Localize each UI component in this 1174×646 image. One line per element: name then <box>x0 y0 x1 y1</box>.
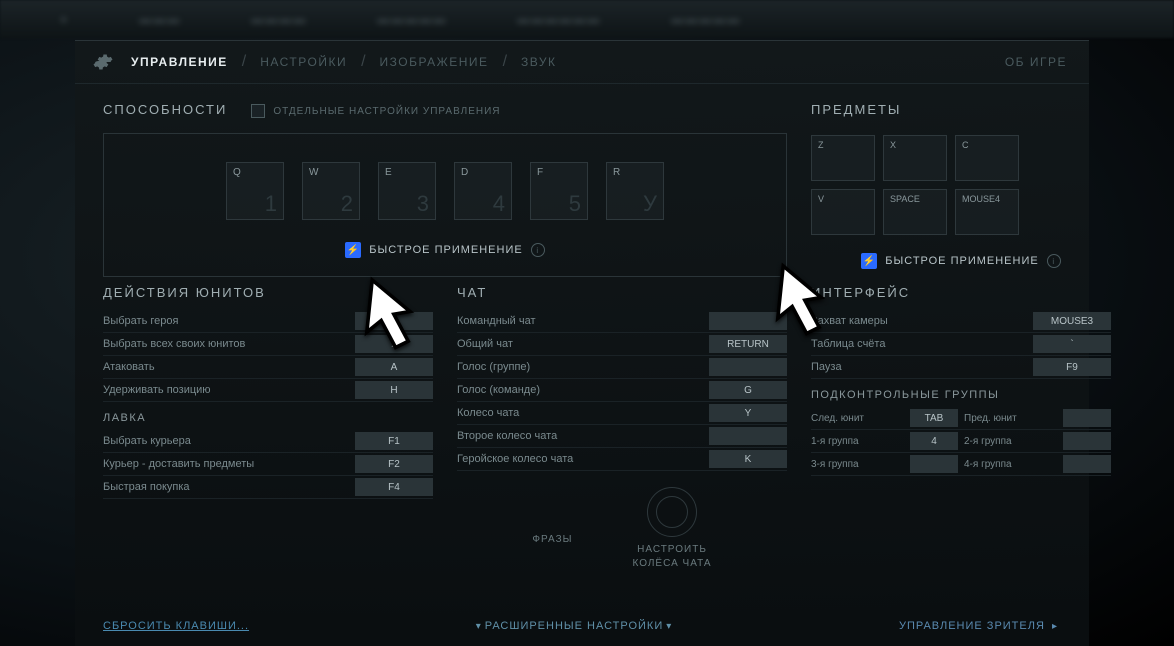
item-slot[interactable]: C <box>955 135 1019 181</box>
ability-slot[interactable]: W2 <box>302 162 360 220</box>
settings-tabs: УПРАВЛЕНИЕ / НАСТРОЙКИ / ИЗОБРАЖЕНИЕ / З… <box>75 41 1089 84</box>
item-slot[interactable]: SPACE <box>883 189 947 235</box>
phrases-button[interactable]: ФРАЗЫ <box>532 533 572 547</box>
keybind-row: Колесо чатаY <box>457 402 787 425</box>
keybind-row: Захват камерыMOUSE3 <box>811 310 1111 333</box>
group-row: 1-я группа42-я группа <box>811 430 1111 453</box>
advanced-settings-button[interactable]: ▾РАСШИРЕННЫЕ НАСТРОЙКИ▾ <box>249 620 899 632</box>
ability-slot[interactable]: RУ <box>606 162 664 220</box>
keybind-row: Голос (команде)G <box>457 379 787 402</box>
keybind-row: Удерживать позициюH <box>103 379 433 402</box>
keybind-value[interactable] <box>1063 409 1111 427</box>
keybind-value[interactable]: F2 <box>355 455 433 473</box>
ability-slot[interactable]: Q1 <box>226 162 284 220</box>
keybind-value[interactable] <box>709 427 787 445</box>
keybind-value[interactable]: TAB <box>910 409 958 427</box>
group-row: След. юнитTABПред. юнит <box>811 407 1111 430</box>
keybind-value[interactable]: F1 <box>355 432 433 450</box>
item-slot[interactable]: MOUSE4 <box>955 189 1019 235</box>
ability-slot[interactable]: E3 <box>378 162 436 220</box>
keybind-value[interactable]: H <box>355 381 433 399</box>
keybind-row: Быстрая покупкаF4 <box>103 476 433 499</box>
quickcast-icon: ⚡ <box>861 253 877 269</box>
keybind-row: Выбрать всех своих юнитов2 <box>103 333 433 356</box>
keybind-value[interactable]: 4 <box>910 432 958 450</box>
separate-controls-checkbox[interactable] <box>251 104 265 118</box>
keybind-row: Курьер - доставить предметыF2 <box>103 453 433 476</box>
item-slot[interactable]: V <box>811 189 875 235</box>
keybind-value[interactable] <box>1063 432 1111 450</box>
chat-wheel-icon[interactable] <box>647 487 697 537</box>
keybind-value[interactable]: K <box>709 450 787 468</box>
group-row: 3-я группа4-я группа <box>811 453 1111 476</box>
gear-icon <box>93 52 113 72</box>
quickcast-icon: ⚡ <box>345 242 361 258</box>
unit-actions-title: ДЕЙСТВИЯ ЮНИТОВ <box>103 285 433 300</box>
keybind-value[interactable] <box>910 455 958 473</box>
keybind-value[interactable]: G <box>709 381 787 399</box>
tab-controls[interactable]: УПРАВЛЕНИЕ <box>127 55 232 69</box>
phrases-icon[interactable] <box>532 487 572 527</box>
interface-title: ИНТЕРФЕЙС <box>811 285 1111 300</box>
tab-image[interactable]: ИЗОБРАЖЕНИЕ <box>376 55 493 69</box>
keybind-value[interactable] <box>709 358 787 376</box>
keybind-value[interactable]: A <box>355 358 433 376</box>
groups-title: ПОДКОНТРОЛЬНЫЕ ГРУППЫ <box>811 389 1111 401</box>
keybind-value[interactable]: F4 <box>355 478 433 496</box>
items-title: ПРЕДМЕТЫ <box>811 102 1111 117</box>
tab-settings[interactable]: НАСТРОЙКИ <box>256 55 351 69</box>
settings-panel: УПРАВЛЕНИЕ / НАСТРОЙКИ / ИЗОБРАЖЕНИЕ / З… <box>75 40 1089 646</box>
tab-sound[interactable]: ЗВУК <box>517 55 560 69</box>
quickcast-items-button[interactable]: БЫСТРОЕ ПРИМЕНЕНИЕ <box>885 255 1038 267</box>
chat-title: ЧАТ <box>457 285 787 300</box>
info-icon[interactable]: i <box>531 243 545 257</box>
keybind-value[interactable] <box>709 312 787 330</box>
keybind-row: Общий чатRETURN <box>457 333 787 356</box>
abilities-box: Q1 W2 E3 D4 F5 RУ ⚡ БЫСТРОЕ ПРИМЕНЕНИЕ i <box>103 133 787 277</box>
keybind-value[interactable]: MOUSE3 <box>1033 312 1111 330</box>
keybind-value[interactable] <box>1063 455 1111 473</box>
keybind-value[interactable]: RETURN <box>709 335 787 353</box>
chat-wheel-setup-button[interactable]: НАСТРОИТЬКОЛЁСА ЧАТА <box>632 543 711 571</box>
keybind-value[interactable]: F9 <box>1033 358 1111 376</box>
keybind-value[interactable]: 2 <box>355 335 433 353</box>
ability-slot[interactable]: D4 <box>454 162 512 220</box>
quickcast-abilities-button[interactable]: БЫСТРОЕ ПРИМЕНЕНИЕ <box>369 244 522 256</box>
shop-title: ЛАВКА <box>103 412 433 424</box>
keybind-row: Выбрать героя1 <box>103 310 433 333</box>
keybind-row: Таблица счёта` <box>811 333 1111 356</box>
separate-controls-label: ОТДЕЛЬНЫЕ НАСТРОЙКИ УПРАВЛЕНИЯ <box>273 106 500 117</box>
keybind-row: Второе колесо чата <box>457 425 787 448</box>
reset-keys-button[interactable]: СБРОСИТЬ КЛАВИШИ... <box>103 620 249 632</box>
keybind-row: Командный чат <box>457 310 787 333</box>
info-icon[interactable]: i <box>1047 254 1061 268</box>
keybind-row: ПаузаF9 <box>811 356 1111 379</box>
ability-slot[interactable]: F5 <box>530 162 588 220</box>
item-slot[interactable]: X <box>883 135 947 181</box>
spectator-controls-button[interactable]: УПРАВЛЕНИЕ ЗРИТЕЛЯ ▸ <box>899 620 1061 632</box>
abilities-title: СПОСОБНОСТИ <box>103 102 227 117</box>
item-slot[interactable]: Z <box>811 135 875 181</box>
keybind-row: Выбрать курьераF1 <box>103 430 433 453</box>
keybind-value[interactable]: Y <box>709 404 787 422</box>
keybind-value[interactable]: ` <box>1033 335 1111 353</box>
top-nav-blurred: ●▬▬▬▬▬▬▬▬▬▬▬▬▬▬▬▬▬▬▬▬▬▬▬ <box>0 0 1174 38</box>
keybind-row: Геройское колесо чатаK <box>457 448 787 471</box>
keybind-row: Голос (группе) <box>457 356 787 379</box>
keybind-row: АтаковатьA <box>103 356 433 379</box>
tab-about[interactable]: ОБ ИГРЕ <box>1001 55 1071 69</box>
keybind-value[interactable]: 1 <box>355 312 433 330</box>
